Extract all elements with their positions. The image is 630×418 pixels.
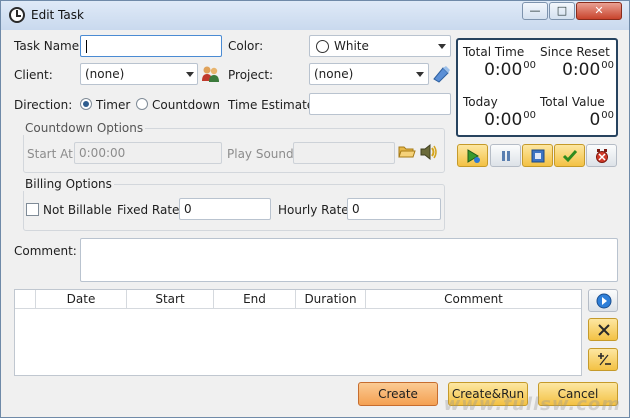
since-reset-label: Since Reset bbox=[540, 45, 610, 59]
direction-label: Direction: bbox=[14, 98, 73, 112]
play-sound-label: Play Sound: bbox=[227, 147, 298, 161]
grid-header: Date Start End Duration Comment bbox=[15, 290, 581, 309]
since-reset-value: 0:0000 bbox=[562, 60, 614, 80]
hourly-rate-value: 0 bbox=[352, 202, 360, 216]
close-icon: ✕ bbox=[594, 4, 604, 17]
adjust-entry-button[interactable] bbox=[588, 348, 618, 371]
total-value-label: Total Value bbox=[540, 95, 605, 109]
today-label: Today bbox=[463, 95, 498, 109]
project-select[interactable]: (none) bbox=[309, 63, 429, 85]
grid-header-comment[interactable]: Comment bbox=[366, 290, 581, 308]
manage-projects-icon[interactable] bbox=[431, 65, 451, 83]
pause-timer-button[interactable] bbox=[490, 144, 521, 167]
checkmark-icon bbox=[562, 150, 578, 163]
direction-countdown-radio[interactable] bbox=[136, 98, 148, 110]
time-entries-grid[interactable]: Date Start End Duration Comment bbox=[14, 289, 582, 376]
comment-input[interactable] bbox=[80, 238, 618, 282]
complete-task-button[interactable] bbox=[554, 144, 585, 167]
task-name-input[interactable] bbox=[80, 35, 222, 57]
time-estimate-label: Time Estimate: bbox=[228, 98, 319, 112]
direction-countdown-label: Countdown bbox=[152, 98, 221, 112]
client-select-value: (none) bbox=[85, 67, 125, 81]
clock-icon bbox=[9, 7, 25, 23]
text-caret bbox=[86, 40, 87, 53]
not-billable-checkbox[interactable] bbox=[26, 203, 39, 216]
direction-timer-radio[interactable] bbox=[80, 98, 92, 110]
total-time-label: Total Time bbox=[463, 45, 525, 59]
stop-timer-button[interactable] bbox=[522, 144, 553, 167]
start-at-value: 0:00:00 bbox=[79, 146, 126, 160]
timer-summary-panel: Total Time Since Reset 0:0000 0:0000 Tod… bbox=[456, 38, 618, 137]
edit-task-window: Edit Task — □ ✕ Task Name: Color: White … bbox=[0, 0, 630, 418]
add-entry-icon bbox=[596, 293, 612, 309]
color-label: Color: bbox=[228, 39, 264, 53]
grid-header-start[interactable]: Start bbox=[127, 290, 214, 308]
client-select[interactable]: (none) bbox=[80, 63, 198, 85]
task-name-label: Task Name: bbox=[14, 39, 84, 53]
direction-timer-label: Timer bbox=[96, 98, 131, 112]
minimize-icon: — bbox=[529, 4, 541, 17]
close-button[interactable]: ✕ bbox=[576, 2, 622, 20]
total-time-value: 0:0000 bbox=[484, 60, 536, 80]
countdown-options-title: Countdown Options bbox=[23, 121, 146, 135]
chevron-down-icon bbox=[438, 44, 446, 49]
window-title: Edit Task bbox=[31, 8, 84, 22]
reset-timer-button[interactable] bbox=[586, 144, 617, 167]
start-timer-button[interactable] bbox=[457, 144, 488, 167]
not-billable-label: Not Billable bbox=[43, 203, 112, 217]
maximize-button[interactable]: □ bbox=[549, 2, 575, 20]
fixed-rate-label: Fixed Rate: bbox=[117, 203, 184, 217]
chevron-down-icon bbox=[416, 72, 424, 77]
manage-clients-icon[interactable] bbox=[201, 65, 221, 83]
add-entry-button[interactable] bbox=[588, 289, 618, 312]
grid-header-end[interactable]: End bbox=[214, 290, 296, 308]
color-select[interactable]: White bbox=[309, 35, 451, 57]
total-value-value: 000 bbox=[589, 110, 614, 130]
color-swatch-icon bbox=[316, 40, 329, 53]
play-sound-input[interactable] bbox=[293, 142, 395, 164]
minimize-button[interactable]: — bbox=[522, 2, 548, 20]
hourly-rate-input[interactable]: 0 bbox=[347, 198, 441, 220]
start-at-input[interactable]: 0:00:00 bbox=[74, 142, 222, 164]
fixed-rate-input[interactable]: 0 bbox=[179, 198, 271, 220]
chevron-down-icon bbox=[186, 72, 194, 77]
hourly-rate-label: Hourly Rate: bbox=[278, 203, 353, 217]
grid-header-date[interactable]: Date bbox=[36, 290, 127, 308]
pause-icon bbox=[502, 151, 510, 161]
title-bar[interactable]: Edit Task — □ ✕ bbox=[1, 1, 629, 30]
grid-header-duration[interactable]: Duration bbox=[296, 290, 366, 308]
play-icon bbox=[467, 149, 480, 163]
plus-minus-icon bbox=[598, 353, 611, 366]
project-label: Project: bbox=[228, 68, 274, 82]
delete-icon bbox=[598, 324, 610, 336]
folder-open-icon[interactable] bbox=[398, 144, 416, 160]
reset-alarm-icon bbox=[596, 149, 608, 163]
today-value: 0:0000 bbox=[484, 110, 536, 130]
watermark-text: www.fullsw.com bbox=[443, 394, 621, 415]
time-estimate-input[interactable] bbox=[309, 93, 451, 115]
project-select-value: (none) bbox=[314, 67, 354, 81]
color-select-value: White bbox=[334, 39, 369, 53]
create-button[interactable]: Create bbox=[358, 382, 438, 406]
billing-options-title: Billing Options bbox=[23, 177, 114, 191]
fixed-rate-value: 0 bbox=[184, 202, 192, 216]
delete-entry-button[interactable] bbox=[588, 318, 618, 341]
stop-icon bbox=[531, 149, 545, 163]
maximize-icon: □ bbox=[556, 4, 568, 17]
client-label: Client: bbox=[14, 68, 53, 82]
comment-label: Comment: bbox=[14, 244, 77, 258]
grid-row-selector-header bbox=[15, 290, 36, 308]
speaker-icon[interactable] bbox=[419, 143, 439, 161]
start-at-label: Start At: bbox=[27, 147, 77, 161]
